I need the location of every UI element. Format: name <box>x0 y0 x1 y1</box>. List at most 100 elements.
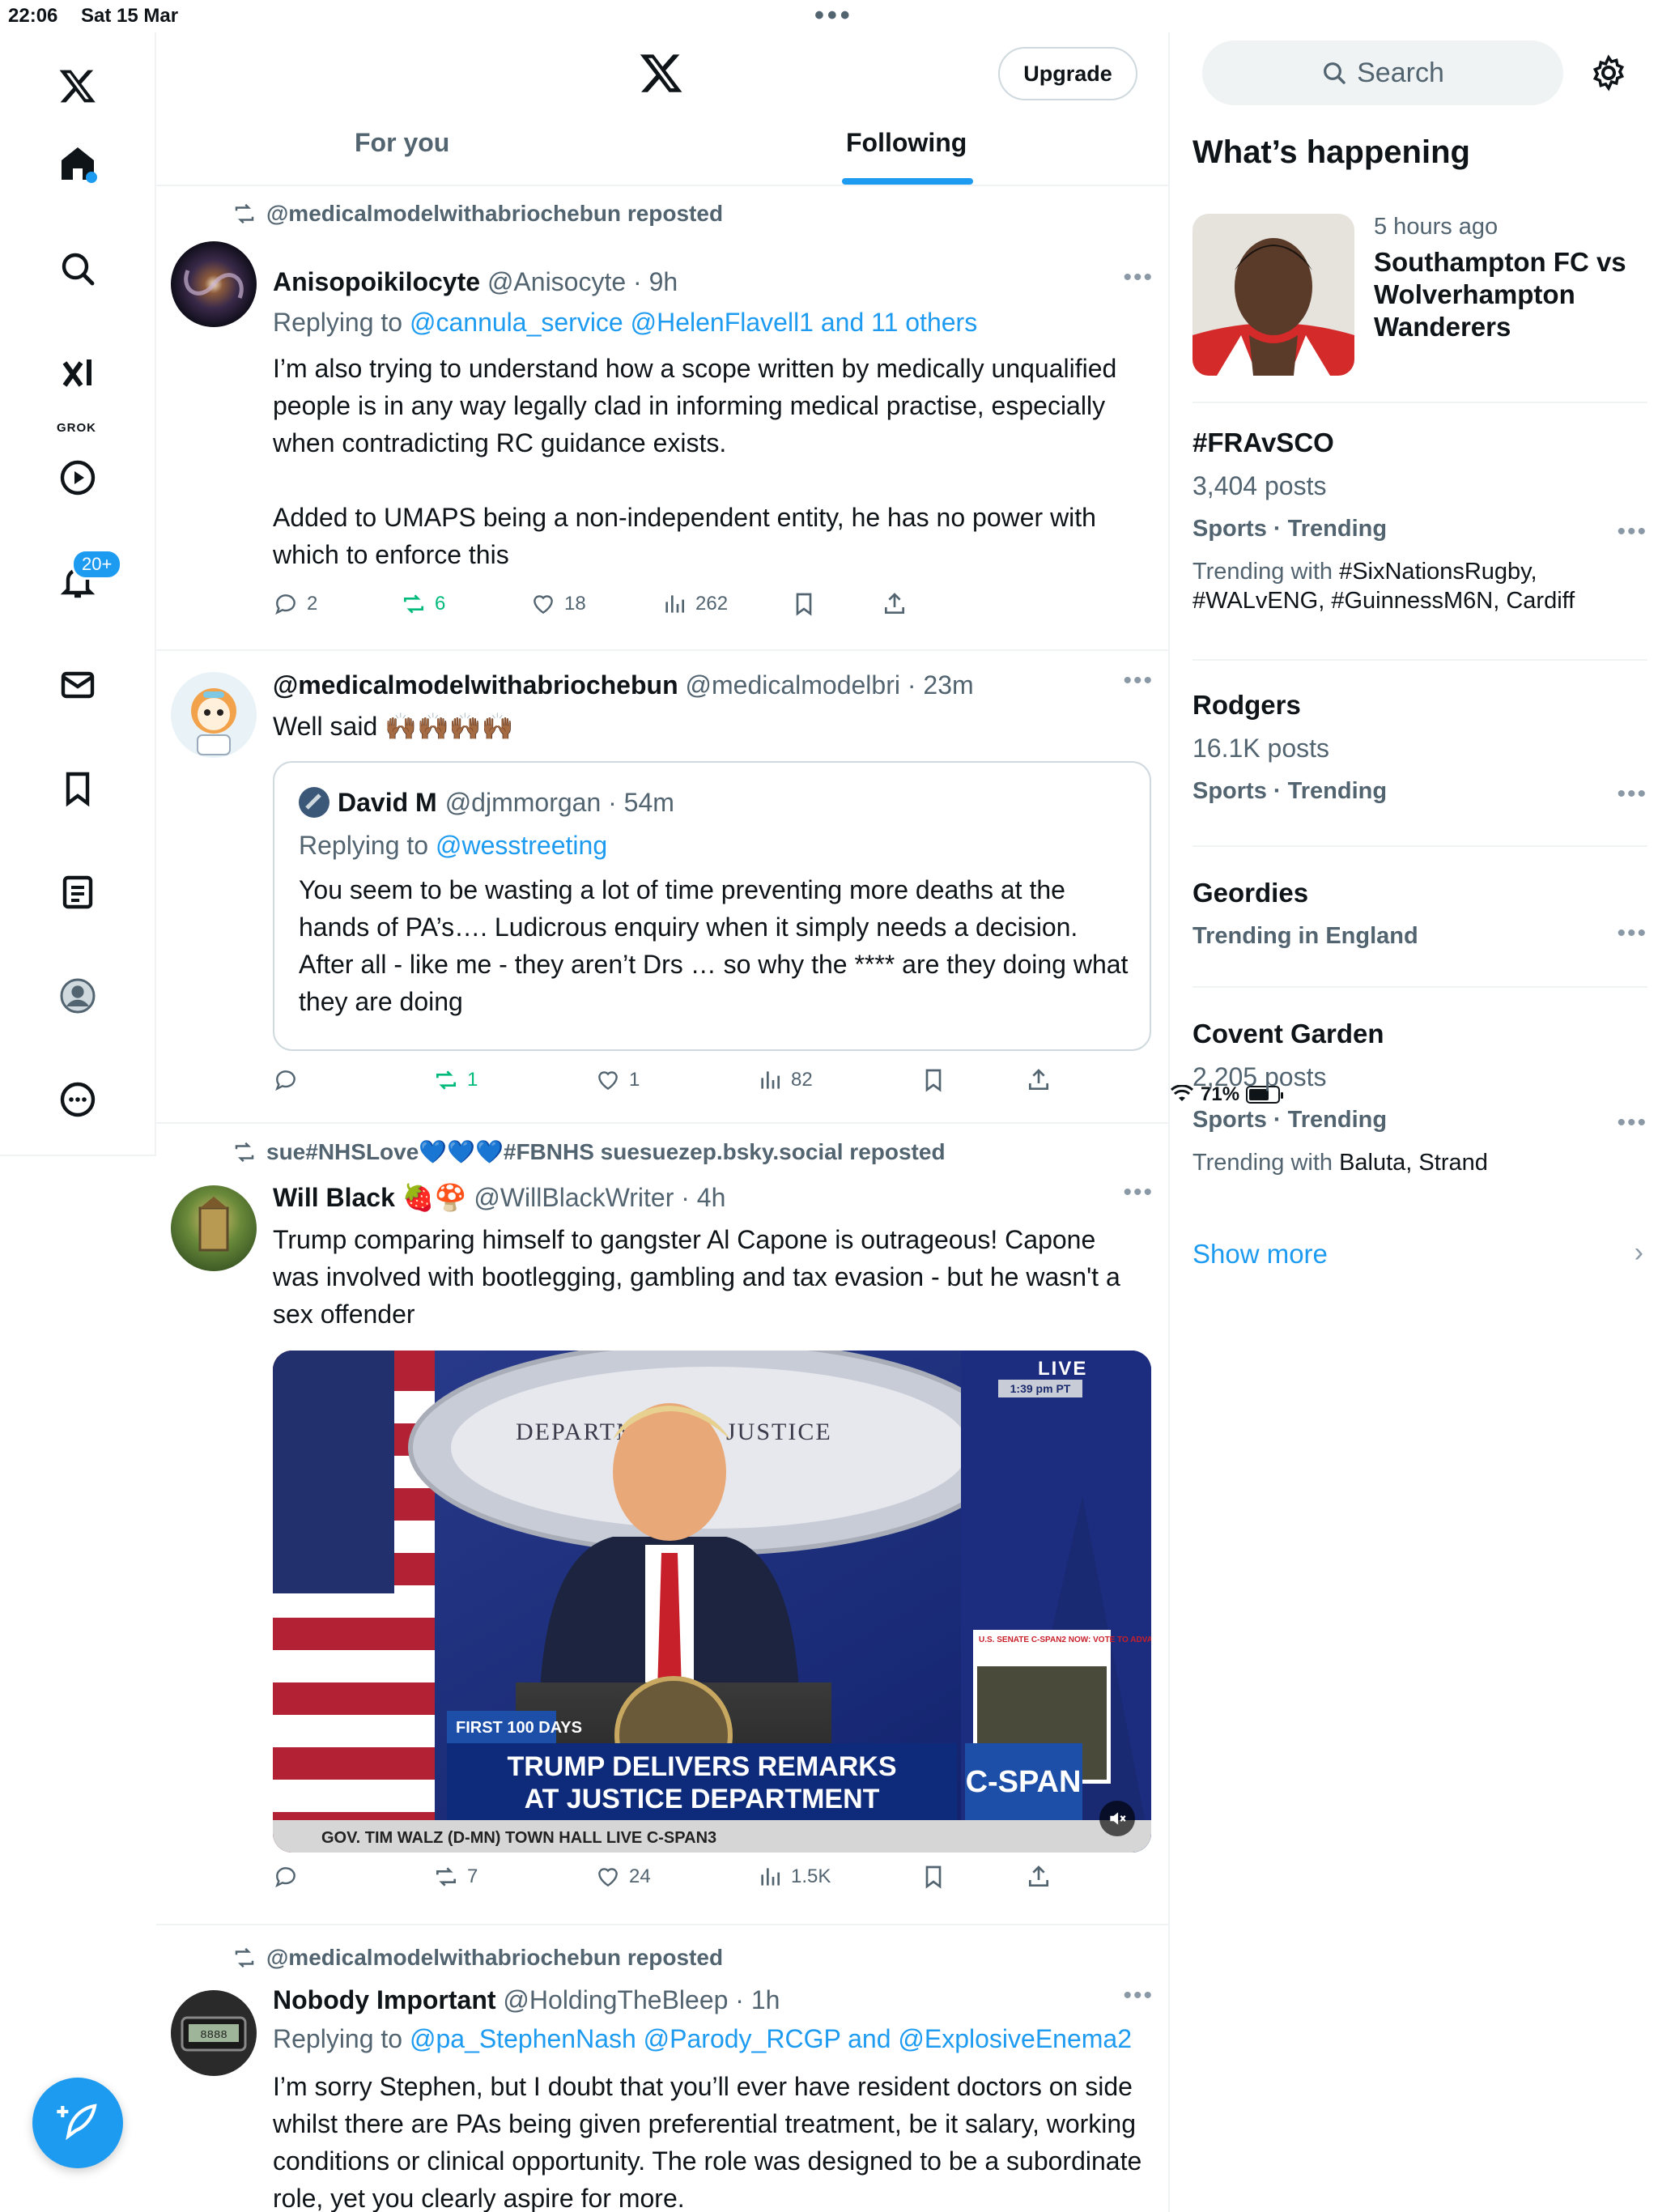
post-more-button[interactable]: ••• <box>1123 667 1154 695</box>
like-count: 24 <box>629 1865 651 1887</box>
trend-more-button[interactable]: ••• <box>1617 920 1647 947</box>
trend-category: Trending in England <box>1192 923 1418 949</box>
repost-icon <box>235 203 254 224</box>
video-frame: DEPARTM JUSTICE U.S. SENATE C-SPAN2 NOW:… <box>273 1351 1151 1853</box>
trend-more-button[interactable]: ••• <box>1617 1109 1647 1137</box>
trending-with-prefix: Trending with <box>1192 559 1340 585</box>
first-100-days-label: FIRST 100 DAYS <box>456 1719 582 1737</box>
like-button[interactable]: 18 <box>530 591 586 617</box>
views-count: 82 <box>791 1069 813 1091</box>
replying-to: Replying to @cannula_service @HelenFlave… <box>273 308 977 338</box>
author-name[interactable]: @medicalmodelwithabriochebun <box>273 670 678 700</box>
featured-trend-headline[interactable]: Southampton FC vs Wolverhampton Wanderer… <box>1374 246 1649 343</box>
trend-item[interactable]: Rodgers 16.1K posts Sports · Trending ••… <box>1192 690 1647 808</box>
like-button[interactable]: 24 <box>595 1864 651 1890</box>
author-handle-time[interactable]: @WillBlackWriter · 4h <box>466 1183 725 1212</box>
post-card[interactable]: @medicalmodelwithabriochebun @medicalmod… <box>156 651 1168 1124</box>
compose-button[interactable] <box>32 2078 123 2168</box>
post-text: I’m sorry Stephen, but I doubt that you’… <box>273 2072 1142 2212</box>
multitasking-dots[interactable]: ••• <box>814 0 853 32</box>
avatar[interactable]: 8888 <box>171 1990 257 2076</box>
post-card[interactable]: @medicalmodelwithabriochebun reposted An… <box>156 188 1168 651</box>
tab-for-you[interactable]: For you <box>355 128 449 186</box>
mail-icon[interactable] <box>44 651 112 719</box>
bookmark-button[interactable] <box>920 1067 946 1093</box>
avatar[interactable] <box>171 672 257 758</box>
author-name[interactable]: Anisopoikilocyte <box>273 267 480 296</box>
trend-more-button[interactable]: ••• <box>1617 518 1647 546</box>
post-actions: 1 1 82 <box>273 1067 1082 1100</box>
replying-links[interactable]: @cannula_service @HelenFlavell1 and 11 o… <box>410 308 977 337</box>
replying-links[interactable]: @pa_StephenNash @Parody_RCGP and @Explos… <box>410 2024 1132 2053</box>
trend-post-count: 2,205 posts <box>1192 1062 1327 1091</box>
quote-text: You seem to be wasting a lot of time pre… <box>299 875 1129 1016</box>
author-name[interactable]: Nobody Important <box>273 1985 496 2014</box>
author-handle-time[interactable]: @HoldingTheBleep · 1h <box>496 1985 780 2014</box>
x-logo-icon[interactable] <box>639 50 684 96</box>
mute-button[interactable] <box>1099 1801 1135 1836</box>
repost-icon <box>235 1947 254 1968</box>
reply-button[interactable]: 2 <box>273 591 317 617</box>
trend-item[interactable]: Covent Garden 2,205 posts Sports · Trend… <box>1192 1019 1647 1177</box>
author-name[interactable]: Will Black 🍓🍄 <box>273 1183 466 1212</box>
author-handle-time[interactable]: @medicalmodelbri · 23m <box>678 670 974 700</box>
avatar[interactable] <box>171 1185 257 1271</box>
quote-replying-links[interactable]: @wesstreeting <box>436 831 607 860</box>
like-icon <box>598 1868 618 1887</box>
post-card[interactable]: sue#NHSLove💙💙💙#FBNHS suesuezep.bsky.soci… <box>156 1124 1168 1925</box>
quote-replying-prefix: Replying to <box>299 831 436 860</box>
search-input[interactable]: Search <box>1202 40 1563 105</box>
share-icon <box>1029 1069 1048 1090</box>
search-icon[interactable] <box>44 235 112 303</box>
featured-trend-image[interactable] <box>1192 214 1354 376</box>
post-more-button[interactable]: ••• <box>1123 1982 1154 2010</box>
quoted-post[interactable]: David M @djmmorgan · 54m Replying to @we… <box>273 761 1151 1051</box>
author-handle-time[interactable]: @Anisocyte · 9h <box>480 267 678 296</box>
like-button[interactable]: 1 <box>595 1067 640 1093</box>
show-more-link[interactable]: Show more <box>1192 1239 1328 1270</box>
post-video[interactable]: DEPARTM JUSTICE U.S. SENATE C-SPAN2 NOW:… <box>273 1351 1151 1853</box>
bookmark-button[interactable] <box>920 1864 946 1890</box>
trend-item[interactable]: #FRAvSCO 3,404 posts Sports · Trending •… <box>1192 428 1647 615</box>
home-icon[interactable] <box>44 130 112 198</box>
repost-button[interactable]: 6 <box>401 591 445 617</box>
trend-item[interactable]: Geordies Trending in England ••• <box>1192 878 1647 950</box>
grok-icon[interactable] <box>44 340 112 408</box>
bookmark-button[interactable] <box>791 591 817 617</box>
share-button[interactable] <box>1026 1864 1052 1890</box>
gear-icon[interactable] <box>1589 53 1628 92</box>
featured-trend-time: 5 hours ago <box>1374 214 1499 240</box>
trend-title: Rodgers <box>1192 690 1301 720</box>
trending-with-items[interactable]: Baluta, Strand <box>1339 1150 1488 1176</box>
profile-icon[interactable] <box>44 962 112 1030</box>
list-icon[interactable] <box>44 858 112 926</box>
post-more-button[interactable]: ••• <box>1123 1179 1154 1206</box>
avatar[interactable] <box>171 241 257 327</box>
svg-text:8888: 8888 <box>200 2029 227 2042</box>
repost-by-label: @medicalmodelwithabriochebun reposted <box>266 1945 724 1970</box>
status-time: 22:06 <box>8 5 58 27</box>
share-button[interactable] <box>882 591 908 617</box>
upgrade-button[interactable]: Upgrade <box>998 47 1137 100</box>
reply-button[interactable] <box>273 1067 307 1093</box>
repost-button[interactable]: 7 <box>433 1864 478 1890</box>
reply-button[interactable] <box>273 1864 307 1890</box>
reply-icon <box>275 594 295 615</box>
divider <box>1192 402 1647 403</box>
trending-with: Trending with #SixNationsRugby, #WALvENG… <box>1192 557 1647 615</box>
views-button[interactable]: 262 <box>661 591 728 617</box>
trend-more-button[interactable]: ••• <box>1617 781 1647 808</box>
play-icon[interactable] <box>44 444 112 512</box>
repost-context: @medicalmodelwithabriochebun reposted <box>232 1945 723 1971</box>
share-button[interactable] <box>1026 1067 1052 1093</box>
views-button[interactable]: 82 <box>757 1067 813 1093</box>
repost-button[interactable]: 1 <box>433 1067 478 1093</box>
x-logo-icon[interactable] <box>44 52 112 120</box>
quote-replying-to: Replying to @wesstreeting <box>299 831 607 861</box>
bookmark-icon[interactable] <box>44 755 112 823</box>
more-icon[interactable] <box>44 1066 112 1134</box>
views-button[interactable]: 1.5K <box>757 1864 831 1890</box>
views-count: 1.5K <box>791 1865 831 1887</box>
post-card[interactable]: @medicalmodelwithabriochebun reposted 88… <box>156 1925 1168 2212</box>
post-more-button[interactable]: ••• <box>1123 264 1154 291</box>
